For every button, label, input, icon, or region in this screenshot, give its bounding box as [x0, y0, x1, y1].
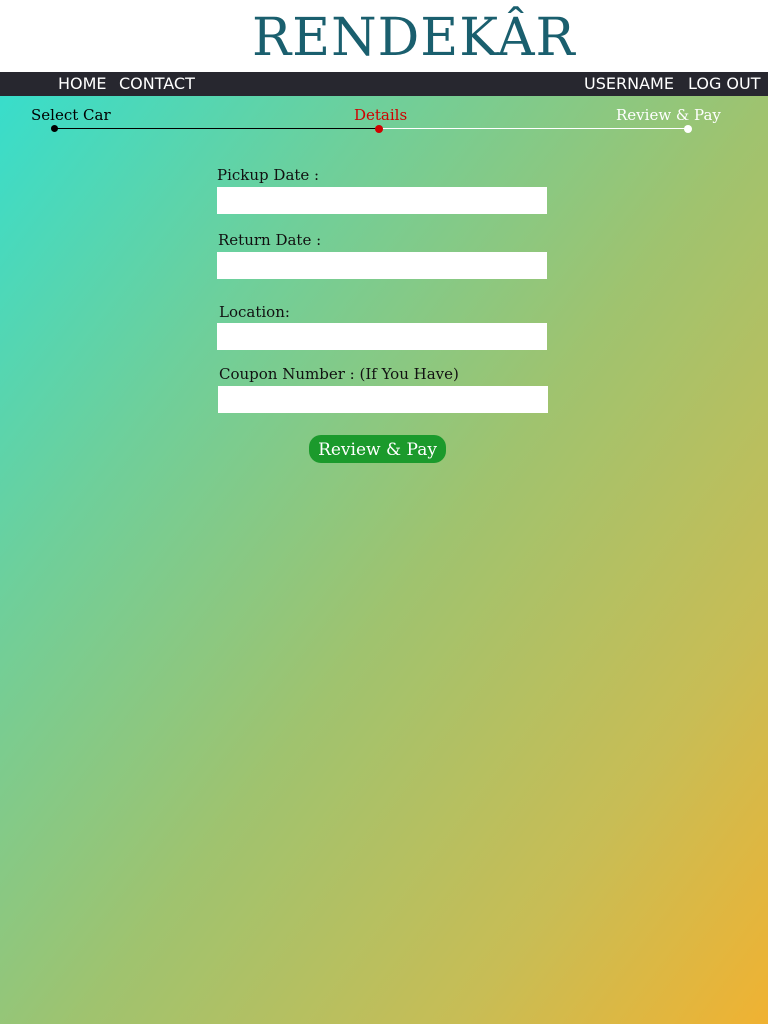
location-input[interactable]: [217, 323, 547, 350]
pickup-date-label: Pickup Date :: [217, 166, 320, 184]
coupon-number-input[interactable]: [218, 386, 548, 413]
step-label-review-pay: Review & Pay: [616, 106, 721, 124]
step-label-select-car[interactable]: Select Car: [31, 106, 111, 124]
top-navbar: HOME CONTACT USERNAME LOG OUT: [0, 72, 768, 96]
return-date-input[interactable]: [217, 252, 547, 279]
site-header: RENDEKÂR: [0, 0, 768, 72]
nav-home-link[interactable]: HOME: [58, 74, 107, 94]
coupon-number-label: Coupon Number : (If You Have): [219, 365, 459, 383]
progress-track-remaining: [379, 128, 688, 129]
nav-contact-link[interactable]: CONTACT: [119, 74, 195, 94]
review-pay-button[interactable]: Review & Pay: [309, 435, 446, 463]
step-dot-details: [375, 125, 383, 133]
step-dot-review-pay: [684, 125, 692, 133]
progress-track-completed: [54, 128, 379, 129]
step-label-details: Details: [354, 106, 408, 124]
step-dot-select-car: [51, 125, 58, 132]
return-date-label: Return Date :: [218, 231, 322, 249]
pickup-date-input[interactable]: [217, 187, 547, 214]
brand-logo[interactable]: RENDEKÂR: [252, 8, 576, 68]
nav-username-link[interactable]: USERNAME: [584, 74, 674, 94]
location-label: Location:: [219, 303, 290, 321]
nav-logout-link[interactable]: LOG OUT: [688, 74, 761, 94]
